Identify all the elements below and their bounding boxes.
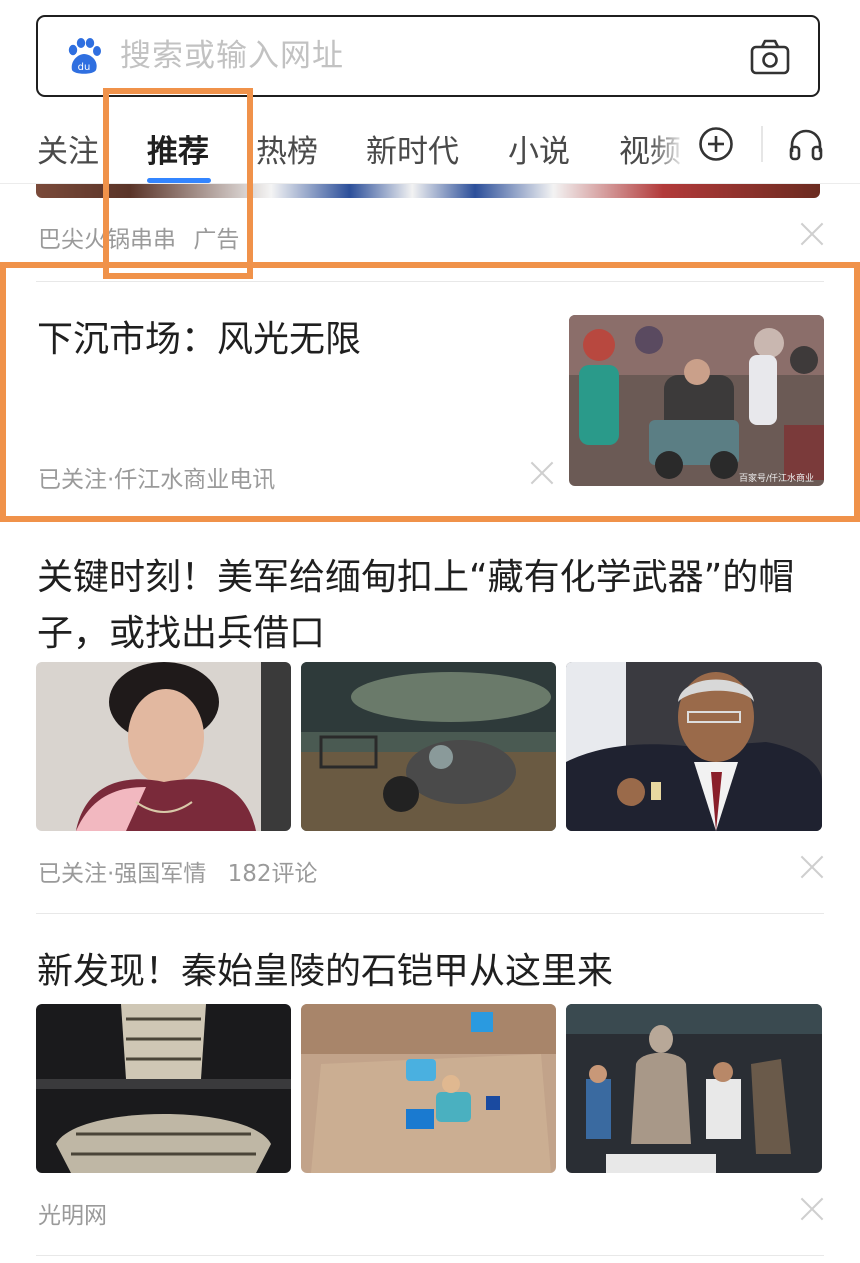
article-image[interactable] bbox=[301, 662, 556, 831]
tabs-fade bbox=[650, 112, 695, 182]
article-image[interactable] bbox=[566, 662, 822, 831]
article-image[interactable] bbox=[36, 662, 291, 831]
headphones-icon[interactable] bbox=[788, 126, 824, 162]
search-input[interactable]: 搜索或输入网址 bbox=[120, 17, 344, 95]
divider bbox=[36, 913, 824, 914]
close-icon[interactable] bbox=[800, 1197, 824, 1221]
tab-recommend[interactable]: 推荐 bbox=[147, 126, 209, 171]
ad-tag: 广告 bbox=[193, 227, 240, 253]
article-meta: 已关注·强国军情 182评论 bbox=[38, 854, 318, 888]
divider bbox=[36, 281, 824, 282]
image-caption: 百家号/仟江水商业 bbox=[739, 472, 814, 484]
divider bbox=[36, 521, 824, 522]
article-source: 已关注·强国军情 bbox=[38, 861, 207, 887]
close-icon[interactable] bbox=[530, 461, 554, 485]
ad-image[interactable] bbox=[36, 184, 820, 198]
article-thumbnail[interactable]: 百家号/仟江水商业 bbox=[569, 315, 824, 486]
close-icon[interactable] bbox=[800, 222, 824, 246]
comment-count[interactable]: 182评论 bbox=[228, 861, 318, 887]
svg-text:du: du bbox=[78, 62, 91, 73]
article-meta: 已关注·仟江水商业电讯 bbox=[38, 467, 276, 493]
article-image[interactable] bbox=[36, 1004, 291, 1173]
tab-follow[interactable]: 关注 bbox=[37, 126, 99, 171]
ad-source: 巴尖火锅串串 bbox=[38, 227, 176, 253]
plus-circle-icon[interactable] bbox=[698, 126, 734, 162]
tab-divider bbox=[761, 126, 763, 162]
tab-novel[interactable]: 小说 bbox=[508, 126, 570, 171]
tab-hot-list[interactable]: 热榜 bbox=[256, 126, 318, 171]
ad-meta: 巴尖火锅串串 广告 bbox=[38, 220, 239, 254]
article-image[interactable] bbox=[566, 1004, 822, 1173]
tab-new-era[interactable]: 新时代 bbox=[366, 126, 459, 171]
divider bbox=[36, 1255, 824, 1256]
article-title[interactable]: 下沉市场：风光无限 bbox=[37, 312, 547, 368]
article-title[interactable]: 新发现！秦始皇陵的石铠甲从这里来 bbox=[37, 944, 797, 1000]
channel-tabs: 关注 推荐 热榜 新时代 小说 视频 bbox=[0, 112, 860, 184]
article-meta: 光明网 bbox=[38, 1203, 107, 1229]
close-icon[interactable] bbox=[800, 855, 824, 879]
camera-icon[interactable] bbox=[750, 39, 790, 75]
article-image[interactable] bbox=[301, 1004, 556, 1173]
baidu-paw-icon: du bbox=[68, 38, 101, 74]
article-title[interactable]: 关键时刻！美军给缅甸扣上“藏有化学武器”的帽子，或找出兵借口 bbox=[37, 550, 797, 662]
search-bar[interactable]: du 搜索或输入网址 bbox=[36, 15, 820, 97]
